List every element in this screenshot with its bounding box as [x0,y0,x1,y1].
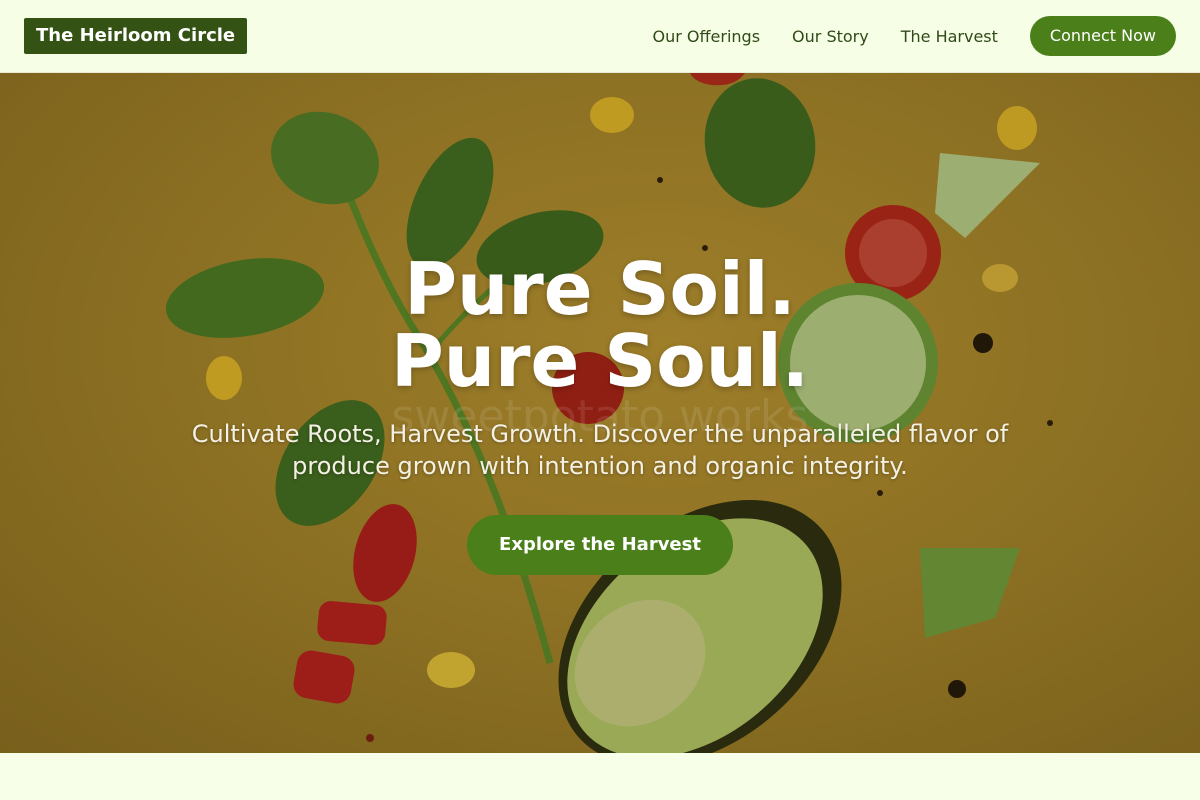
nav-link-our-offerings[interactable]: Our Offerings [653,27,761,46]
explore-harvest-button[interactable]: Explore the Harvest [467,515,733,575]
subtitle-line-1: Cultivate Roots, Harvest Growth. Discove… [191,420,1009,448]
main-nav: Our Offerings Our Story The Harvest Conn… [653,16,1176,56]
headline-line-1: Pure Soil. [404,247,796,331]
headline-line-2: Pure Soul. [390,319,810,403]
next-section-strip [0,753,1200,800]
site-header: The Heirloom Circle Our Offerings Our St… [0,0,1200,73]
hero-headline: Pure Soil. Pure Soul. [0,253,1200,397]
hero-section: sweetpotato works Pure Soil. Pure Soul. … [0,73,1200,753]
nav-link-our-story[interactable]: Our Story [792,27,869,46]
subtitle-line-2: produce grown with intention and organic… [292,452,908,480]
nav-link-the-harvest[interactable]: The Harvest [901,27,998,46]
connect-now-button[interactable]: Connect Now [1029,16,1176,56]
brand-logo[interactable]: The Heirloom Circle [24,18,248,54]
hero-subtitle: Cultivate Roots, Harvest Growth. Discove… [0,418,1200,482]
